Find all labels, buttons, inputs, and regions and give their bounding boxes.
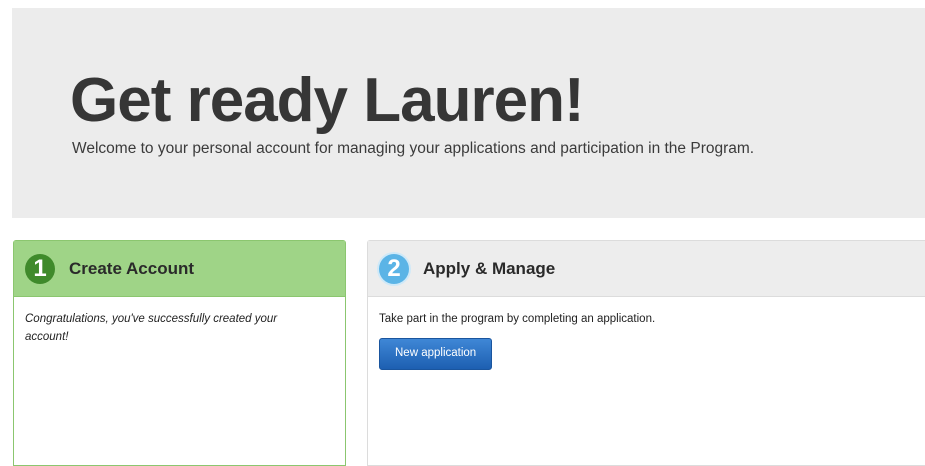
step-card-title: Create Account [69, 258, 195, 278]
welcome-subtitle: Welcome to your personal account for man… [72, 140, 755, 157]
step-card-body: Take part in the program by completing a… [368, 297, 925, 384]
page-title: Get ready Lauren! [70, 66, 585, 135]
step-card-body: Congratulations, you've successfully cre… [25, 313, 278, 343]
step-card-apply-manage: 2 Apply & Manage Take part in the progra… [367, 240, 925, 466]
step-number-badge: 1 [25, 253, 55, 284]
step-card-header: 1 Create Account [14, 241, 345, 297]
step-number-badge: 2 [379, 253, 409, 284]
welcome-hero: Get ready Lauren! Welcome to your person… [12, 8, 925, 218]
step-card-create-account: 1 Create Account Congratulations, you've… [13, 240, 346, 466]
step-card-header: 2 Apply & Manage [368, 241, 925, 297]
new-application-button[interactable]: New application [379, 337, 493, 370]
step-card-description: Take part in the program by completing a… [379, 313, 656, 325]
step-card-title: Apply & Manage [423, 258, 556, 278]
